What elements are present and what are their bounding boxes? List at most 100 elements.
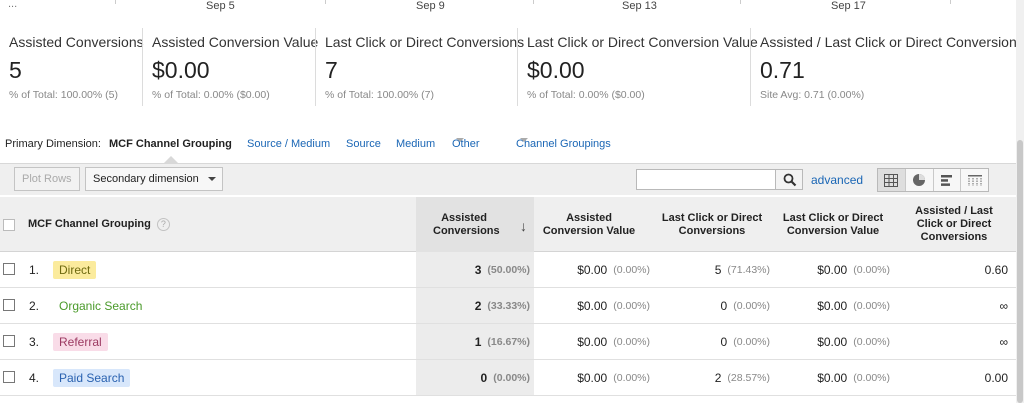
chevron-down-icon <box>207 177 216 182</box>
column-header-label: Last Click or Direct Conversions <box>661 211 763 237</box>
table-view-button[interactable] <box>878 169 905 191</box>
sort-descending-icon[interactable]: ↓ <box>520 218 527 234</box>
last-click-value: $0.00 <box>817 299 848 313</box>
scorecard-value: 7 <box>325 57 338 83</box>
timeline-tick <box>950 0 951 4</box>
pie-view-button[interactable] <box>904 169 933 191</box>
pivot-view-button[interactable] <box>960 169 988 191</box>
table-toolbar: Plot Rows Secondary dimension advanced <box>0 163 1016 195</box>
scorecard-assisted-conversion-value[interactable]: Assisted Conversion Value $0.00 % of Tot… <box>142 28 319 106</box>
row-checkbox[interactable] <box>3 299 15 311</box>
row-checkbox[interactable] <box>3 263 15 275</box>
scorecard-assisted-conversions[interactable]: Assisted Conversions 5 % of Total: 100.0… <box>0 28 144 106</box>
scorecard-label: Assisted Conversions <box>9 34 144 50</box>
dimension-source-link[interactable]: Source <box>346 138 381 150</box>
scorecard-subtext: % of Total: 0.00% ($0.00) <box>527 89 645 101</box>
assisted-conversions-value: 1 <box>474 335 482 349</box>
column-header-last-click-conversions[interactable]: Last Click or Direct Conversions <box>652 197 772 252</box>
assisted-conversion-value-percent: (0.00%) <box>613 372 650 384</box>
scorecard-value: $0.00 <box>527 57 585 83</box>
channel-link[interactable]: Organic Search <box>53 297 149 315</box>
timeline-date-label: Sep 5 <box>206 0 235 12</box>
column-header-assisted-ratio[interactable]: Assisted / Last Click or Direct Conversi… <box>900 197 1008 252</box>
assisted-conversion-value-percent: (0.00%) <box>613 264 650 276</box>
channel-groupings-label: Channel Groupings <box>516 138 611 150</box>
scorecards: Assisted Conversions 5 % of Total: 100.0… <box>0 28 1024 110</box>
bar-chart-icon <box>940 174 952 186</box>
assisted-conversions-percent: (50.00%) <box>487 264 530 276</box>
column-header-label: Assisted Conversion Value <box>542 211 636 237</box>
channel-link[interactable]: Paid Search <box>53 369 131 387</box>
row-checkbox[interactable] <box>3 371 15 383</box>
dimension-source-medium-link[interactable]: Source / Medium <box>247 138 330 150</box>
table-search-input[interactable] <box>636 169 776 190</box>
assisted-conversion-value: $0.00 <box>577 371 608 385</box>
table-header: MCF Channel Grouping? Assisted Conversio… <box>0 197 1016 252</box>
last-click-value: $0.00 <box>817 335 848 349</box>
assisted-conversions-value: 2 <box>474 299 482 313</box>
assisted-conversions-percent: (33.33%) <box>487 300 530 312</box>
dimension-mcf-channel-grouping[interactable]: MCF Channel Grouping <box>109 138 232 150</box>
column-header-assisted-conversions[interactable]: Assisted Conversions <box>416 197 534 252</box>
scorecard-value: 0.71 <box>760 57 805 83</box>
last-click-value: $0.00 <box>817 371 848 385</box>
scorecard-label: Assisted Conversion Value <box>152 34 319 50</box>
secondary-dimension-dropdown[interactable]: Secondary dimension <box>85 167 223 191</box>
last-click-conversions-value: 0 <box>720 335 728 349</box>
assisted-conversion-value-percent: (0.00%) <box>613 300 650 312</box>
performance-view-button[interactable] <box>932 169 961 191</box>
assisted-ratio-value: ∞ <box>999 299 1008 313</box>
row-checkbox[interactable] <box>3 335 15 347</box>
last-click-conversions-percent: (0.00%) <box>733 300 770 312</box>
scorecard-label: Last Click or Direct Conversions <box>325 34 525 50</box>
scorecard-last-click-value[interactable]: Last Click or Direct Conversion Value $0… <box>517 28 758 106</box>
scorecard-label: Last Click or Direct Conversion Value <box>527 34 758 50</box>
table-row: 3. Referral 1 (16.67%) $0.00 (0.00%) 0 (0.0… <box>0 324 1016 360</box>
view-toggle-group <box>877 168 989 192</box>
pivot-icon <box>967 174 982 186</box>
dimension-medium-link[interactable]: Medium <box>396 138 435 150</box>
timeline-date-label: Sep 13 <box>622 0 657 12</box>
assisted-conversions-percent: (0.00%) <box>493 372 530 384</box>
timeline-tick <box>740 0 741 4</box>
search-button[interactable] <box>775 169 803 190</box>
scorecard-subtext: % of Total: 100.00% (7) <box>325 89 434 101</box>
vertical-scrollbar[interactable] <box>1016 0 1024 403</box>
last-click-conversions-percent: (28.57%) <box>727 372 770 384</box>
last-click-conversions-percent: (71.43%) <box>727 264 770 276</box>
last-click-value-percent: (0.00%) <box>853 336 890 348</box>
active-dimension-pointer <box>164 156 178 163</box>
assisted-conversion-value: $0.00 <box>577 299 608 313</box>
row-index: 1. <box>29 263 40 277</box>
scorecard-assisted-ratio[interactable]: Assisted / Last Click or Direct Conversi… <box>750 28 1024 106</box>
advanced-filter-link[interactable]: advanced <box>811 173 863 187</box>
timeline-tick <box>533 0 534 4</box>
last-click-conversions-value: 5 <box>714 263 722 277</box>
timeline-ellipsis: ... <box>8 0 18 10</box>
pie-chart-icon <box>913 174 926 186</box>
scorecard-last-click-conversions[interactable]: Last Click or Direct Conversions 7 % of … <box>315 28 525 106</box>
last-click-value-percent: (0.00%) <box>853 372 890 384</box>
assisted-conversion-value: $0.00 <box>577 335 608 349</box>
scrollbar-thumb[interactable] <box>1017 140 1023 403</box>
plot-rows-button[interactable]: Plot Rows <box>14 167 80 191</box>
assisted-ratio-value: 0.60 <box>984 263 1008 277</box>
timeline-tick <box>115 0 116 4</box>
timeline-axis: ... Sep 5 Sep 9 Sep 13 Sep 17 <box>0 0 1016 26</box>
assisted-conversions-percent: (16.67%) <box>487 336 530 348</box>
channel-link[interactable]: Referral <box>53 333 108 351</box>
assisted-ratio-value: 0.00 <box>984 371 1008 385</box>
last-click-value: $0.00 <box>817 263 848 277</box>
column-header-assisted-conversion-value[interactable]: Assisted Conversion Value <box>534 197 644 252</box>
select-all-checkbox[interactable] <box>3 219 15 231</box>
chevron-down-icon <box>456 138 464 142</box>
column-header-channel-grouping[interactable]: MCF Channel Grouping? <box>28 197 416 252</box>
assisted-conversions-value: 3 <box>474 263 482 277</box>
channel-link[interactable]: Direct <box>53 261 97 279</box>
last-click-conversions-percent: (0.00%) <box>733 336 770 348</box>
timeline-date-label: Sep 9 <box>416 0 445 12</box>
column-header-last-click-value[interactable]: Last Click or Direct Conversion Value <box>772 197 894 252</box>
timeline-date-label: Sep 17 <box>831 0 866 12</box>
help-icon[interactable]: ? <box>156 218 170 231</box>
primary-dimension-label: Primary Dimension: <box>5 138 101 150</box>
